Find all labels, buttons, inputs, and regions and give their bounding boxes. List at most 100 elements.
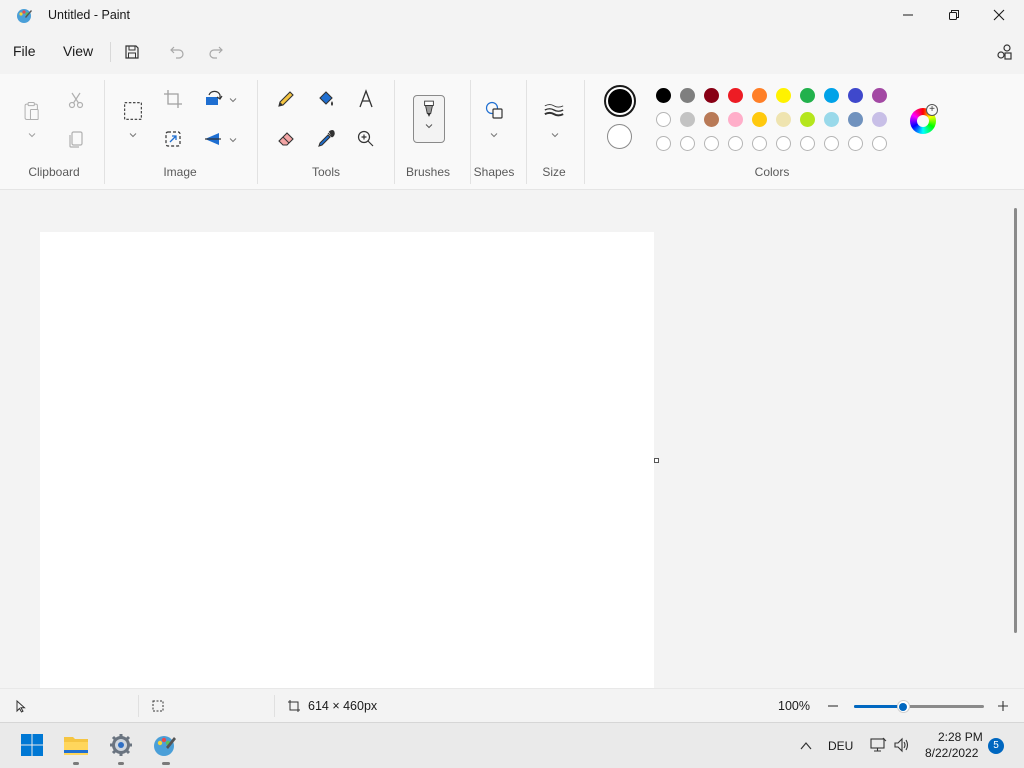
- color-picker-button[interactable]: [314, 127, 338, 151]
- windows-logo-icon: [21, 734, 43, 756]
- gear-icon: [110, 734, 132, 756]
- start-button[interactable]: [19, 732, 45, 758]
- custom-color-slot[interactable]: [752, 136, 767, 151]
- copy-button[interactable]: [64, 127, 88, 151]
- color-swatch[interactable]: [776, 112, 791, 127]
- redo-button[interactable]: [206, 42, 226, 62]
- plus-icon: +: [926, 104, 938, 116]
- text-button[interactable]: [354, 87, 378, 111]
- undo-icon: [170, 46, 184, 59]
- eraser-button[interactable]: [274, 127, 298, 151]
- chevron-up-icon: [800, 742, 812, 750]
- custom-color-slot[interactable]: [824, 136, 839, 151]
- flip-button[interactable]: [201, 127, 225, 151]
- color-swatch[interactable]: [824, 88, 839, 103]
- shapes-chevron-down-icon[interactable]: [489, 130, 499, 140]
- color-swatch[interactable]: [680, 88, 695, 103]
- color-swatch[interactable]: [776, 88, 791, 103]
- volume-icon[interactable]: [893, 737, 911, 753]
- shapes-button[interactable]: [482, 98, 506, 122]
- clipboard-group-label: Clipboard: [28, 165, 80, 179]
- undo-button[interactable]: [167, 42, 187, 62]
- size-chevron-down-icon[interactable]: [550, 130, 560, 140]
- minimize-button[interactable]: [885, 0, 931, 30]
- edit-colors-button[interactable]: +: [910, 104, 938, 134]
- save-button[interactable]: [122, 42, 142, 62]
- paste-button[interactable]: [20, 98, 44, 124]
- magnifier-button[interactable]: [354, 127, 378, 151]
- custom-color-slot[interactable]: [728, 136, 743, 151]
- color-swatch[interactable]: [848, 112, 863, 127]
- notification-badge[interactable]: 5: [988, 738, 1004, 754]
- close-button[interactable]: [976, 0, 1022, 30]
- zoom-in-button[interactable]: [996, 699, 1010, 713]
- zoom-out-button[interactable]: [826, 699, 840, 713]
- settings-taskbar-button[interactable]: [108, 732, 134, 758]
- zoom-icon: [357, 130, 374, 147]
- clock-time[interactable]: 2:28 PM: [938, 730, 983, 744]
- flip-chevron-down-icon[interactable]: [228, 135, 238, 145]
- color-swatch[interactable]: [800, 112, 815, 127]
- size-button[interactable]: [542, 98, 566, 122]
- custom-color-slot[interactable]: [872, 136, 887, 151]
- pencil-button[interactable]: [274, 87, 298, 111]
- zoom-slider[interactable]: [854, 700, 984, 713]
- file-menu[interactable]: File: [13, 43, 36, 59]
- clock-date[interactable]: 8/22/2022: [925, 746, 978, 760]
- custom-color-slot[interactable]: [656, 136, 671, 151]
- rotate-chevron-down-icon[interactable]: [228, 95, 238, 105]
- paint-taskbar-button[interactable]: [152, 732, 178, 758]
- minimize-icon: [903, 14, 913, 16]
- color-swatch[interactable]: [872, 112, 887, 127]
- canvas-area: [0, 191, 1024, 688]
- file-explorer-taskbar-button[interactable]: [63, 732, 89, 758]
- show-hidden-icons-button[interactable]: [799, 739, 813, 753]
- color-swatch[interactable]: [848, 88, 863, 103]
- color-swatch[interactable]: [800, 88, 815, 103]
- zoom-slider-thumb[interactable]: [896, 700, 910, 713]
- primary-color-button[interactable]: [604, 85, 636, 117]
- cut-button[interactable]: [64, 88, 88, 112]
- custom-color-slot[interactable]: [800, 136, 815, 151]
- color-swatch[interactable]: [872, 88, 887, 103]
- view-menu[interactable]: View: [63, 43, 93, 59]
- restore-button[interactable]: [931, 0, 977, 30]
- cursor-position-icon: [14, 699, 28, 713]
- select-button[interactable]: [120, 98, 146, 124]
- drawing-canvas[interactable]: [40, 232, 654, 688]
- color-swatch[interactable]: [704, 112, 719, 127]
- color-swatch[interactable]: [680, 112, 695, 127]
- size-group-label: Size: [542, 165, 566, 179]
- custom-color-slot[interactable]: [848, 136, 863, 151]
- input-language-indicator[interactable]: DEU: [828, 739, 853, 753]
- color-swatch[interactable]: [728, 112, 743, 127]
- resize-button[interactable]: [161, 127, 185, 151]
- zoom-level-label[interactable]: 100%: [778, 699, 810, 713]
- share-button[interactable]: [994, 42, 1014, 62]
- vertical-scrollbar[interactable]: [1014, 208, 1017, 633]
- color-swatch[interactable]: [752, 88, 767, 103]
- paint-app-icon: [16, 7, 33, 24]
- custom-color-slot[interactable]: [704, 136, 719, 151]
- fill-button[interactable]: [314, 87, 338, 111]
- rectangle-select-icon: [124, 102, 142, 120]
- custom-color-slot[interactable]: [680, 136, 695, 151]
- network-icon[interactable]: [869, 737, 887, 753]
- color-swatch[interactable]: [824, 112, 839, 127]
- canvas-resize-handle[interactable]: [654, 458, 659, 463]
- color-swatch[interactable]: [752, 112, 767, 127]
- select-chevron-down-icon[interactable]: [128, 130, 138, 140]
- window-title: Untitled - Paint: [48, 8, 130, 22]
- color-swatch[interactable]: [704, 88, 719, 103]
- color-swatch[interactable]: [656, 112, 671, 127]
- secondary-color-button[interactable]: [607, 124, 632, 149]
- crop-button[interactable]: [161, 87, 185, 111]
- paste-chevron-down-icon[interactable]: [27, 130, 37, 140]
- text-icon: [359, 89, 373, 108]
- canvas-size-label: 614 × 460px: [308, 699, 378, 713]
- rotate-button[interactable]: [201, 87, 225, 111]
- color-swatch[interactable]: [728, 88, 743, 103]
- custom-color-slot[interactable]: [776, 136, 791, 151]
- brushes-button[interactable]: [413, 95, 445, 143]
- color-swatch[interactable]: [656, 88, 671, 103]
